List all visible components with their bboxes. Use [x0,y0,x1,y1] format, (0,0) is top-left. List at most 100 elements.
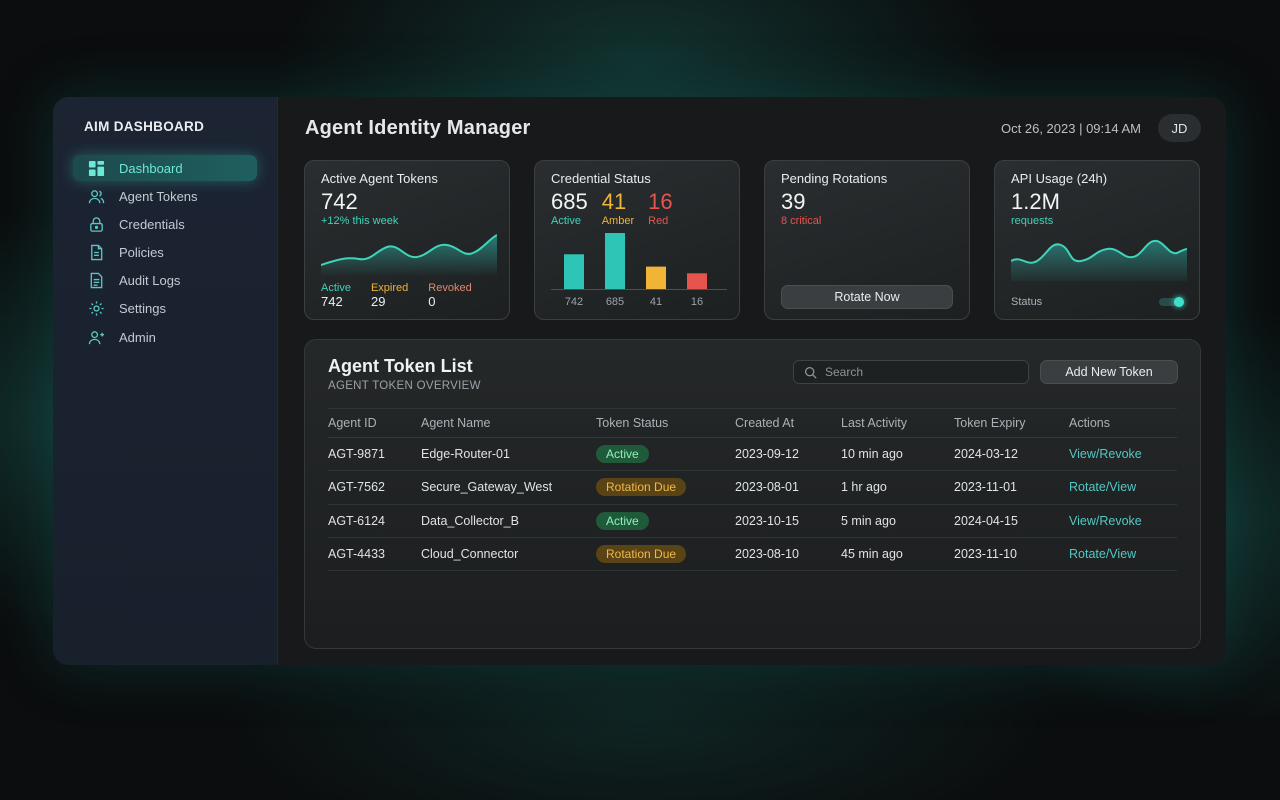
status-badge: Active [596,445,649,464]
sidebar-item-label: Admin [119,329,156,345]
bar-3 [687,273,707,289]
credential-count-active: 685 Active [551,189,588,227]
sidebar: AIM DASHBOARD Dashboard Agent Tokens Crede… [53,97,278,665]
sidebar-item-label: Settings [119,301,166,317]
page-title: Agent Identity Manager [305,117,531,139]
column-header[interactable]: Created At [735,408,841,438]
api-sparkline [1010,239,1188,281]
datetime: Oct 26, 2023 | 09:14 AM [1001,121,1141,136]
sidebar-item-credentials[interactable]: Credentials [73,211,257,237]
agent-name: Data_Collector_B [421,504,596,538]
bar-label-0: 742 [565,296,583,308]
row-actions-link[interactable]: Rotate/View [1069,470,1177,505]
users-icon [86,188,106,204]
bar-2 [646,266,666,289]
admin-icon [86,329,106,345]
tokens-sparkline [320,234,498,277]
status-badge: Rotation Due [596,545,687,564]
table-row[interactable]: AGT-6124 Data_Collector_B Active 2023-10-15… [328,504,1177,538]
last-activity: 1 hr ago [841,470,954,505]
tokens-delta: +12% this week [321,215,399,227]
sidebar-item-label: Audit Logs [119,273,181,289]
agent-name: Edge-Router-01 [421,437,596,472]
stat-value: 0 [428,294,436,309]
credential-count-red: 16 Red [648,189,672,227]
token-expiry: 2024-03-12 [954,437,1069,472]
row-actions-link[interactable]: View/Revoke [1069,437,1177,472]
sidebar-item-admin[interactable]: Admin [73,324,257,350]
stat-label: Active [321,282,351,294]
created-at: 2023-10-15 [735,504,841,538]
toggle-knob [1174,297,1184,307]
token-expiry: 2023-11-10 [954,537,1069,572]
sidebar-item-dashboard[interactable]: Dashboard [73,155,257,181]
token-stats: Active 742 Expired 29 Revoked 0 [321,282,492,309]
card-api-usage: API Usage (24h) 1.2M requests Status [994,160,1200,320]
grid-icon [86,160,106,176]
add-new-token-button[interactable]: Add New Token [1040,360,1178,384]
sidebar-item-policies[interactable]: Policies [73,240,257,266]
token-status-cell: Active [596,504,735,538]
rotations-critical: 8 critical [781,215,822,227]
sidebar-item-agent-tokens[interactable]: Agent Tokens [73,183,257,209]
lock-icon [86,216,106,232]
row-actions-link[interactable]: View/Revoke [1069,504,1177,538]
status-badge: Active [596,511,649,530]
app-window: AIM DASHBOARD Dashboard Agent Tokens Crede… [53,97,1226,665]
gear-icon [86,301,106,317]
last-activity: 10 min ago [841,437,954,472]
sidebar-item-label: Agent Tokens [119,188,198,204]
count-label: Red [648,215,669,227]
bar-label-2: 41 [650,296,662,308]
status-toggle[interactable] [1159,297,1184,307]
panel-title: Agent Token List [328,356,473,376]
agent-name: Cloud_Connector [421,537,596,572]
token-status-cell: Rotation Due [596,537,735,572]
count-label: Amber [601,215,635,227]
column-header[interactable]: Agent Name [421,408,596,438]
table-row[interactable]: AGT-7562 Secure_Gateway_West Rotation Due 2… [328,470,1177,505]
rotate-now-button[interactable]: Rotate Now [781,285,953,309]
column-header[interactable]: Token Status [596,408,735,438]
sidebar-item-audit-logs[interactable]: Audit Logs [73,268,257,294]
main-content: Agent Identity Manager Oct 26, 2023 | 09… [278,97,1226,665]
stat-value: 742 [321,294,343,309]
card-pending-rotations: Pending Rotations 39 8 critical Rotate N… [764,160,970,320]
search-box[interactable] [793,360,1029,384]
token-status-cell: Rotation Due [596,470,735,505]
column-header[interactable]: Last Activity [841,408,954,438]
agent-id: AGT-9871 [328,437,421,472]
card-title: API Usage (24h) [1011,171,1108,186]
column-header[interactable]: Agent ID [328,408,421,438]
credential-counts: 685 Active 41 Amber 16 Red [551,189,723,227]
agent-id: AGT-7562 [328,470,421,505]
avatar[interactable]: JD [1158,114,1201,142]
agent-id: AGT-4433 [328,537,421,572]
card-active-tokens: Active Agent Tokens 742 +12% this week A… [304,160,510,320]
sidebar-nav: Dashboard Agent Tokens Credentials Policies… [73,155,257,350]
last-activity: 5 min ago [841,504,954,538]
credential-bar-chart: 742 685 41 16 [551,233,727,308]
api-value: 1.2M [1011,189,1060,214]
status-label: Status [1011,296,1043,308]
count-label: Active [551,215,581,227]
column-header[interactable]: Token Expiry [954,408,1069,438]
stat-label: Expired [370,282,409,294]
column-header[interactable]: Actions [1069,408,1177,438]
bar-label-1: 685 [606,296,624,308]
count-value: 685 [551,189,588,214]
table-row[interactable]: AGT-9871 Edge-Router-01 Active 2023-09-12 10… [328,437,1177,472]
token-list-panel: Agent Token List AGENT TOKEN OVERVIEW Ad… [304,339,1201,649]
search-input[interactable] [825,365,1005,379]
created-at: 2023-08-10 [735,537,841,572]
sidebar-item-label: Credentials [119,216,185,232]
created-at: 2023-09-12 [735,437,841,472]
bar-0 [564,254,584,289]
row-actions-link[interactable]: Rotate/View [1069,537,1177,572]
sidebar-item-settings[interactable]: Settings [73,296,257,322]
table-row[interactable]: AGT-4433 Cloud_Connector Rotation Due 2023-… [328,537,1177,572]
token-expiry: 2023-11-01 [954,470,1069,505]
token-stat-revoked: Revoked 0 [428,282,471,309]
card-credential-status: Credential Status 685 Active 41 Amber 16 Red … [534,160,740,320]
panel-subtitle: AGENT TOKEN OVERVIEW [328,380,481,392]
